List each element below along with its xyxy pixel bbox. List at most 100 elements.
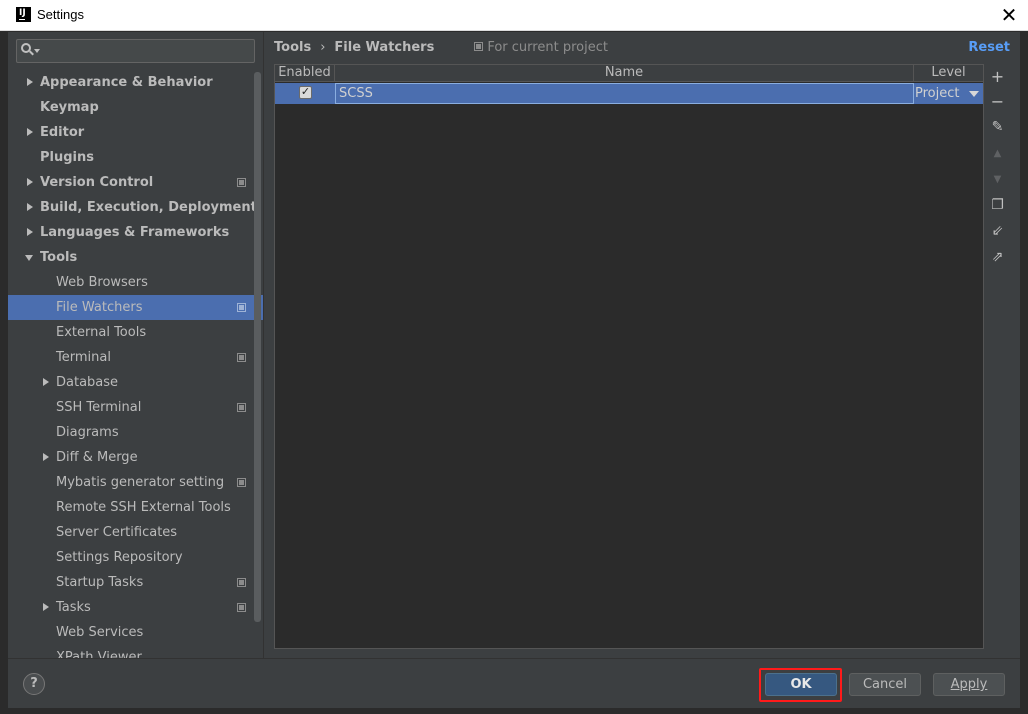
sidebar-item-label: Languages & Frameworks	[40, 225, 230, 240]
sidebar-item-database[interactable]: Database	[8, 370, 263, 395]
scope-label: For current project	[487, 40, 608, 55]
sidebar-item-keymap[interactable]: Keymap	[8, 95, 263, 120]
sidebar-item-label: Appearance & Behavior	[40, 75, 213, 90]
sidebar-item-server-certificates[interactable]: Server Certificates	[8, 520, 263, 545]
apply-button[interactable]: Apply	[933, 673, 1005, 696]
sidebar-item-label: Plugins	[40, 150, 94, 165]
sidebar-item-label: Diff & Merge	[56, 450, 138, 465]
enabled-checkbox[interactable]: ✓	[299, 85, 312, 99]
sidebar-item-editor[interactable]: Editor	[8, 120, 263, 145]
settings-dialog: Appearance & Behavior Keymap Editor Plugins…	[8, 32, 1020, 708]
enabled-cell: ✓	[275, 83, 335, 104]
settings-tree: Appearance & Behavior Keymap Editor Plugins…	[8, 70, 263, 658]
sidebar-item-label: Build, Execution, Deployment	[40, 200, 257, 215]
export-icon[interactable]: ⇗	[985, 245, 1010, 270]
remove-icon[interactable]: −	[985, 89, 1010, 114]
table-toolbar: + − ✎ ▲ ▼ ❐ ⇙ ⇗	[985, 64, 1010, 649]
breadcrumb-separator: ›	[320, 40, 326, 55]
chevron-right-icon[interactable]	[40, 370, 52, 395]
breadcrumb: Tools › File Watchers For current project	[274, 40, 608, 56]
sidebar-item-label: Web Browsers	[56, 275, 148, 290]
dialog-footer: ? OK Cancel Apply	[8, 658, 1020, 708]
move-down-icon[interactable]: ▼	[985, 167, 1010, 192]
sidebar-item-plugins[interactable]: Plugins	[8, 145, 263, 170]
sidebar-item-ssh-terminal[interactable]: SSH Terminal	[8, 395, 263, 420]
reset-link[interactable]: Reset	[968, 40, 1010, 55]
import-icon[interactable]: ⇙	[985, 219, 1010, 244]
project-scope-icon	[237, 303, 246, 312]
project-scope-icon	[474, 42, 484, 51]
ok-button[interactable]: OK	[765, 673, 837, 696]
column-header-enabled[interactable]: Enabled	[275, 65, 335, 81]
search-icon[interactable]	[21, 43, 40, 57]
project-scope-icon	[237, 578, 246, 587]
sidebar-item-build-execution-deployment[interactable]: Build, Execution, Deployment	[8, 195, 263, 220]
chevron-right-icon[interactable]	[40, 445, 52, 470]
sidebar-item-label: Database	[56, 375, 119, 390]
sidebar-item-appearance-behavior[interactable]: Appearance & Behavior	[8, 70, 263, 95]
sidebar-item-label: Version Control	[40, 175, 154, 190]
logo-text: IJ	[19, 8, 26, 18]
sidebar-item-label: Tasks	[56, 600, 91, 615]
sidebar-item-languages-frameworks[interactable]: Languages & Frameworks	[8, 220, 263, 245]
sidebar-item-label: External Tools	[56, 325, 147, 340]
breadcrumb-current: File Watchers	[334, 40, 435, 55]
sidebar-item-version-control[interactable]: Version Control	[8, 170, 263, 195]
sidebar-item-terminal[interactable]: Terminal	[8, 345, 263, 370]
sidebar-item-startup-tasks[interactable]: Startup Tasks	[8, 570, 263, 595]
sidebar-item-web-services[interactable]: Web Services	[8, 620, 263, 645]
edit-icon[interactable]: ✎	[985, 115, 1010, 140]
title-bar: IJ Settings ✕	[0, 0, 1028, 31]
file-watchers-table: Enabled Name Level ✓ SCSS Project	[274, 64, 984, 649]
watcher-name-cell[interactable]: SCSS	[335, 83, 914, 104]
chevron-right-icon[interactable]	[24, 220, 36, 245]
level-select[interactable]: Project	[914, 83, 983, 104]
window-title: Settings	[37, 7, 84, 22]
sidebar-item-label: Keymap	[40, 100, 99, 115]
chevron-down-icon[interactable]	[24, 245, 36, 270]
sidebar-scrollbar[interactable]	[254, 72, 261, 622]
chevron-right-icon[interactable]	[24, 70, 36, 95]
chevron-right-icon[interactable]	[24, 195, 36, 220]
column-header-name[interactable]: Name	[335, 65, 914, 81]
sidebar-item-tools[interactable]: Tools	[8, 245, 263, 270]
breadcrumb-parent[interactable]: Tools	[274, 40, 311, 55]
move-up-icon[interactable]: ▲	[985, 141, 1010, 166]
sidebar-item-label: Startup Tasks	[56, 575, 144, 590]
column-header-level[interactable]: Level	[914, 65, 983, 81]
chevron-right-icon[interactable]	[40, 595, 52, 620]
sidebar-item-xpath-viewer[interactable]: XPath Viewer	[8, 645, 263, 658]
close-icon[interactable]: ✕	[998, 4, 1020, 26]
sidebar-item-file-watchers[interactable]: File Watchers	[8, 295, 263, 320]
sidebar-item-remote-ssh-external-tools[interactable]: Remote SSH External Tools	[8, 495, 263, 520]
sidebar-item-label: Tools	[40, 250, 78, 265]
sidebar-item-label: SSH Terminal	[56, 400, 142, 415]
sidebar-item-label: Remote SSH External Tools	[56, 500, 231, 515]
sidebar-item-diff-merge[interactable]: Diff & Merge	[8, 445, 263, 470]
sidebar-item-mybatis-generator-setting[interactable]: Mybatis generator setting	[8, 470, 263, 495]
chevron-down-icon[interactable]	[969, 91, 979, 97]
copy-icon[interactable]: ❐	[985, 193, 1010, 218]
sidebar-item-label: Editor	[40, 125, 85, 140]
sidebar-item-label: File Watchers	[56, 300, 143, 315]
help-icon[interactable]: ?	[23, 673, 45, 695]
sidebar-item-tasks[interactable]: Tasks	[8, 595, 263, 620]
add-icon[interactable]: +	[985, 64, 1010, 89]
sidebar-item-diagrams[interactable]: Diagrams	[8, 420, 263, 445]
sidebar-item-external-tools[interactable]: External Tools	[8, 320, 263, 345]
chevron-right-icon[interactable]	[24, 120, 36, 145]
table-header: Enabled Name Level	[275, 65, 983, 82]
checkmark-icon: ✓	[300, 85, 311, 98]
table-row[interactable]: ✓ SCSS Project	[275, 83, 983, 104]
cancel-button[interactable]: Cancel	[849, 673, 921, 696]
sidebar-item-settings-repository[interactable]: Settings Repository	[8, 545, 263, 570]
settings-sidebar: Appearance & Behavior Keymap Editor Plugins…	[8, 32, 263, 658]
sidebar-item-label: Server Certificates	[56, 525, 178, 540]
sidebar-item-label: Diagrams	[56, 425, 119, 440]
search-input[interactable]	[16, 39, 255, 63]
sidebar-item-label: Settings Repository	[56, 550, 183, 565]
chevron-right-icon[interactable]	[24, 170, 36, 195]
sidebar-item-label: Mybatis generator setting	[56, 475, 225, 490]
panel-splitter[interactable]	[263, 32, 264, 658]
sidebar-item-web-browsers[interactable]: Web Browsers	[8, 270, 263, 295]
